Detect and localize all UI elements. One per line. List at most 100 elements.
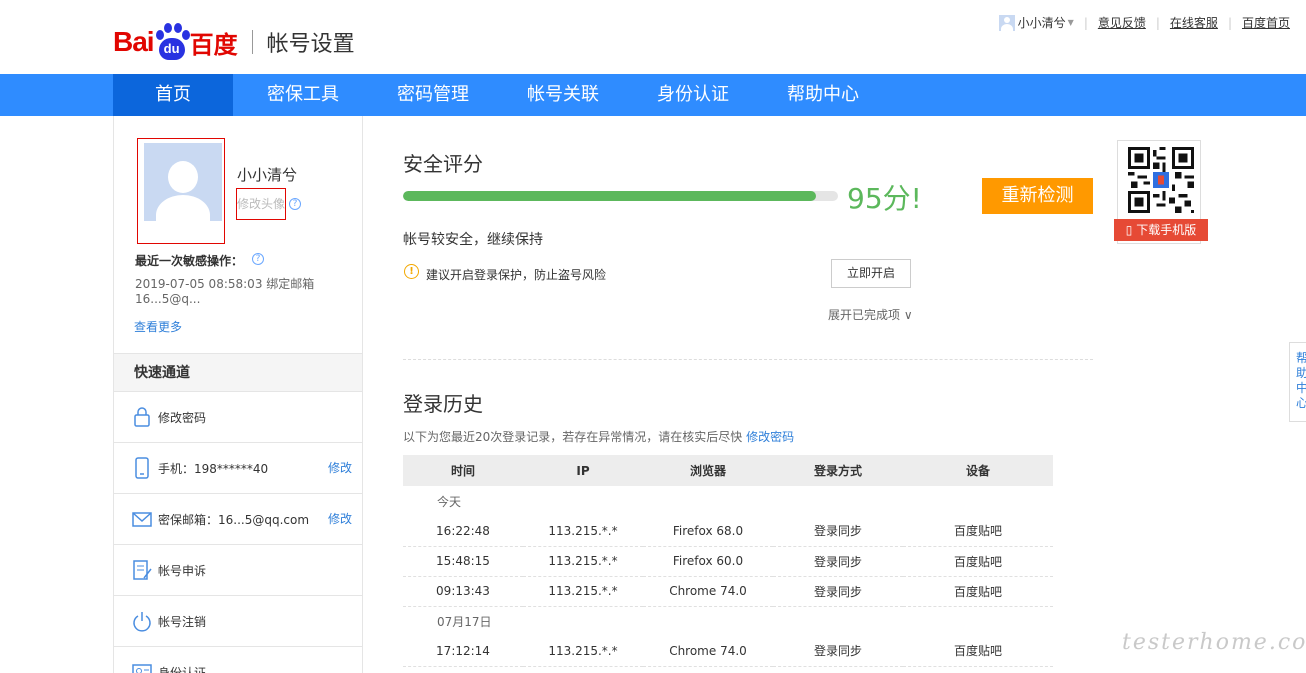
sidebar: 小小清兮 修改头像 ? 最近一次敏感操作： ? 2019-07-05 08:58… xyxy=(113,116,363,673)
cell-device: 百度贴吧 xyxy=(903,546,1053,577)
qr-code-icon xyxy=(1128,147,1194,213)
cell-time: 15:48:15 xyxy=(403,546,523,577)
see-more-link[interactable]: 查看更多 xyxy=(134,318,182,335)
recheck-button[interactable]: 重新检测 xyxy=(982,178,1093,214)
date-group-row: 07月17日 xyxy=(403,606,1053,636)
nav-help[interactable]: 帮助中心 xyxy=(768,74,878,116)
cell-ip: 113.215.*.* xyxy=(523,546,643,577)
warning-icon: ! xyxy=(404,264,419,279)
edit-phone-link[interactable]: 修改 xyxy=(328,459,352,476)
divider: | xyxy=(1083,15,1088,30)
table-row: 17:12:14 113.215.*.* Chrome 74.0 登录同步 百度… xyxy=(403,636,1053,667)
quick-item-appeal[interactable]: 帐号申诉 xyxy=(114,545,362,596)
cell-method: 登录同步 xyxy=(773,576,903,607)
recent-operation-info: 2019-07-05 08:58:03 绑定邮箱 16...5@q... xyxy=(135,277,315,306)
edit-email-link[interactable]: 修改 xyxy=(328,510,352,527)
baidu-logo[interactable]: Bai du 百度 帐号设置 xyxy=(113,20,355,64)
cell-device: 百度贴吧 xyxy=(903,636,1053,667)
logo-text-du: du xyxy=(158,38,185,60)
change-password-link[interactable]: 修改密码 xyxy=(746,430,794,444)
cell-method: 登录同步 xyxy=(773,516,903,547)
cell-method: 登录同步 xyxy=(773,636,903,667)
main-nav: 首页 密保工具 密码管理 帐号关联 身份认证 帮助中心 xyxy=(0,74,1306,116)
divider: | xyxy=(1227,15,1232,30)
expand-completed-link[interactable]: 展开已完成项 ∨ xyxy=(828,306,913,323)
help-center-tab[interactable]: 帮助中心 xyxy=(1289,342,1306,422)
lock-icon xyxy=(134,407,150,427)
caret-down-icon: ▼ xyxy=(1067,18,1074,27)
cell-ip: 113.215.*.* xyxy=(523,576,643,607)
baidu-home-link[interactable]: 百度首页 xyxy=(1242,14,1290,31)
cell-device: 百度贴吧 xyxy=(903,576,1053,607)
feedback-link[interactable]: 意见反馈 xyxy=(1098,14,1146,31)
col-device: 设备 xyxy=(903,455,1053,486)
security-status: 帐号较安全，继续保持 xyxy=(403,232,543,248)
nav-security-tools[interactable]: 密保工具 xyxy=(248,74,358,116)
enable-login-protection-button[interactable]: 立即开启 xyxy=(831,259,911,288)
quick-item-label: 身份认证 xyxy=(158,666,207,673)
recent-operation-label: 最近一次敏感操作： xyxy=(135,254,244,268)
user-avatar-icon xyxy=(998,14,1015,31)
quick-item-change-password[interactable]: 修改密码 xyxy=(114,392,362,443)
online-service-link[interactable]: 在线客服 xyxy=(1170,14,1218,31)
divider: | xyxy=(1155,15,1160,30)
paw-icon: du xyxy=(155,22,190,62)
quick-item-label: 帐号申诉 xyxy=(158,564,207,578)
help-icon[interactable]: ? xyxy=(289,198,301,210)
cell-browser: Chrome 74.0 xyxy=(643,636,773,667)
cell-device: 百度贴吧 xyxy=(903,516,1053,547)
security-warning: 建议开启登录保护，防止盗号风险 xyxy=(426,268,607,282)
cell-ip: 113.215.*.* xyxy=(523,636,643,667)
phone-icon: ▯ xyxy=(1125,223,1133,237)
top-header: Bai du 百度 帐号设置 小小清兮 ▼ | 意见反馈 | 在线客服 | 百度… xyxy=(0,0,1306,74)
cell-time: 17:12:14 xyxy=(403,636,523,667)
edit-avatar-link[interactable]: 修改头像 xyxy=(236,188,286,220)
col-login-method: 登录方式 xyxy=(773,455,903,486)
login-history-title: 登录历史 xyxy=(403,392,483,416)
logo-divider xyxy=(251,30,253,54)
login-history-table: 时间 IP 浏览器 登录方式 设备 今天 16:22:48 113.215.*.… xyxy=(403,455,1053,667)
quick-item-label: 手机：198******40 xyxy=(158,462,269,476)
qr-download-box[interactable]: ▯ 下载手机版 xyxy=(1114,140,1208,244)
col-browser: 浏览器 xyxy=(643,455,773,486)
cell-ip: 113.215.*.* xyxy=(523,516,643,547)
watermark: testerhome.com xyxy=(1122,630,1306,655)
user-placeholder-icon xyxy=(144,143,222,221)
security-progress-bar xyxy=(403,191,838,201)
section-divider xyxy=(403,359,1093,360)
quick-item-label: 帐号注销 xyxy=(158,615,207,629)
quick-item-label: 修改密码 xyxy=(158,411,207,425)
logo-text-bai: Bai xyxy=(113,26,155,57)
phone-icon xyxy=(135,457,149,479)
quick-item-deactivate[interactable]: 帐号注销 xyxy=(114,596,362,647)
nav-account-link[interactable]: 帐号关联 xyxy=(508,74,618,116)
col-time: 时间 xyxy=(403,455,523,486)
avatar[interactable] xyxy=(137,138,225,244)
security-score: 95分! xyxy=(847,182,922,215)
nav-password[interactable]: 密码管理 xyxy=(378,74,488,116)
quick-access-title: 快速通道 xyxy=(114,353,362,392)
cell-method: 登录同步 xyxy=(773,546,903,577)
table-header: 时间 IP 浏览器 登录方式 设备 xyxy=(403,455,1053,486)
user-menu[interactable]: 小小清兮 ▼ xyxy=(998,14,1074,31)
quick-item-identity[interactable]: 身份认证 xyxy=(114,647,362,673)
download-app-label: 下载手机版 xyxy=(1136,223,1197,237)
mail-icon xyxy=(132,512,152,527)
document-edit-icon xyxy=(133,560,152,580)
nav-home[interactable]: 首页 xyxy=(113,74,233,116)
security-progress-fill xyxy=(403,191,817,201)
page-title: 帐号设置 xyxy=(266,32,355,57)
help-icon[interactable]: ? xyxy=(252,253,264,265)
date-group-label: 07月17日 xyxy=(437,614,492,629)
download-app-ribbon[interactable]: ▯ 下载手机版 xyxy=(1114,219,1208,241)
nav-identity[interactable]: 身份认证 xyxy=(638,74,748,116)
quick-item-email: 密保邮箱：16...5@qq.com 修改 xyxy=(114,494,362,545)
top-links: 小小清兮 ▼ | 意见反馈 | 在线客服 | 百度首页 xyxy=(998,14,1290,31)
cell-browser: Firefox 68.0 xyxy=(643,516,773,547)
cell-browser: Chrome 74.0 xyxy=(643,576,773,607)
logo-text-baidu-zh: 百度 xyxy=(189,30,238,59)
cell-time: 16:22:48 xyxy=(403,516,523,547)
security-score-title: 安全评分 xyxy=(403,152,483,176)
quick-item-phone: 手机：198******40 修改 xyxy=(114,443,362,494)
date-group-row: 今天 xyxy=(403,486,1053,516)
